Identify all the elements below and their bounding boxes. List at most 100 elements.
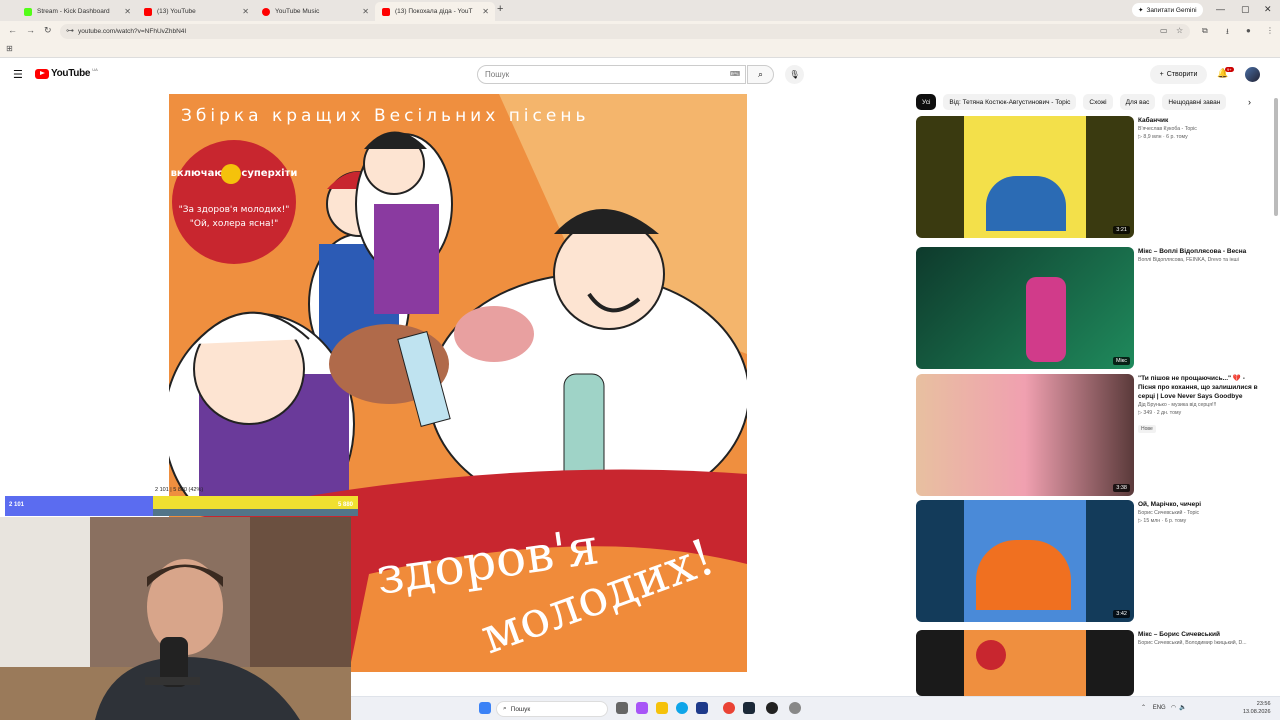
create-label: Створити: [1166, 71, 1198, 78]
badge-line-2: "За здоров'я молодих!": [179, 205, 290, 215]
voice-search-button[interactable]: 🎙: [785, 65, 804, 84]
taskbar-clock[interactable]: 23:56 13.08.2026: [1243, 700, 1271, 716]
windows-start-icon[interactable]: [479, 702, 491, 714]
apps-grid-icon[interactable]: ⊞: [6, 44, 13, 53]
youtube-logo[interactable]: YouTube UA: [35, 67, 98, 79]
keyboard-icon[interactable]: ⌨: [730, 70, 740, 78]
reload-icon[interactable]: ↻: [44, 25, 52, 36]
video-thumbnail[interactable]: 3:38: [916, 374, 1134, 496]
task-view-icon[interactable]: [616, 702, 628, 714]
file-explorer-icon[interactable]: [656, 702, 668, 714]
webcam-feed: [0, 517, 351, 720]
volume-icon[interactable]: 🔈: [1179, 705, 1186, 711]
taskbar-search-placeholder: Пошук: [510, 705, 531, 713]
video-meta: ▷ 8,9 млн · 6 р. тому: [1138, 134, 1188, 140]
tab-youtube[interactable]: (13) YouTube ✕: [137, 2, 255, 21]
video-title[interactable]: Ой, Марічко, чичері: [1138, 500, 1263, 509]
bookmark-star-icon[interactable]: ☆: [1176, 26, 1183, 35]
copilot-icon[interactable]: [636, 702, 648, 714]
tab-kick-dashboard[interactable]: Stream - Kick Dashboard ✕: [17, 2, 137, 21]
recommendation-item[interactable]: 3:42 Ой, Марічко, чичері Борис Сичевськи…: [916, 500, 1261, 622]
url-field[interactable]: youtube.com/watch?v=NFhUvZhbN4I: [60, 24, 1190, 39]
recommendation-item[interactable]: Мікс – Борис Сичевський Борис Сичевський…: [916, 630, 1261, 696]
forward-icon[interactable]: →: [26, 25, 35, 35]
search-icon: ⌕: [503, 705, 507, 712]
tab-title: YouTube Music: [275, 8, 320, 15]
recommendation-item[interactable]: Мікс Мікс – Воплі Відоплясова - Весна Во…: [916, 247, 1261, 369]
clock-time: 23:56: [1256, 701, 1271, 707]
cast-icon[interactable]: ▭: [1160, 26, 1168, 35]
site-info-icon[interactable]: ⊶: [66, 26, 74, 35]
filter-chips: Усі Від: Тетяна Костюк-Августинович - To…: [916, 94, 1227, 110]
search-button[interactable]: ⌕: [747, 65, 774, 84]
goal-progress-fill: 2 101: [5, 496, 154, 516]
video-thumbnail[interactable]: 3:42: [916, 500, 1134, 622]
account-avatar[interactable]: [1245, 67, 1260, 82]
new-badge: Нове: [1138, 425, 1156, 433]
search-placeholder: Пошук: [485, 70, 510, 79]
chip-related[interactable]: Схожі: [1083, 94, 1113, 110]
chevron-right-icon[interactable]: ›: [1248, 97, 1251, 107]
chip-for-you[interactable]: Для вас: [1119, 94, 1156, 110]
input-language[interactable]: ENG: [1153, 705, 1166, 711]
chrome-menu-icon[interactable]: ⋮: [1266, 26, 1274, 35]
channel-name[interactable]: Борис Сичевський, Володимир Іжицький, D.…: [1138, 639, 1263, 647]
maximize-icon[interactable]: ▢: [1241, 4, 1250, 15]
minimize-icon[interactable]: —: [1216, 4, 1225, 14]
video-title[interactable]: Мікс – Воплі Відоплясова - Весна: [1138, 247, 1263, 256]
recommendation-item[interactable]: 3:21 Кабанчик В'ячеслав Кукоба - Topic ▷…: [916, 116, 1261, 238]
hamburger-menu-icon[interactable]: ☰: [13, 68, 23, 81]
steam-icon[interactable]: [743, 702, 755, 714]
chip-from-artist[interactable]: Від: Тетяна Костюк-Августинович - Topic: [943, 94, 1077, 110]
obs-icon[interactable]: [766, 702, 778, 714]
page-scrollbar[interactable]: [1274, 98, 1278, 216]
video-thumbnail[interactable]: [916, 630, 1134, 696]
chip-all[interactable]: Усі: [916, 94, 937, 110]
notification-count-badge: 9+: [1225, 67, 1234, 72]
album-header: Збірка кращих Весільних пісень: [181, 106, 589, 126]
youtube-music-icon: [262, 7, 270, 16]
search-input[interactable]: Пошук: [477, 65, 746, 84]
profile-icon[interactable]: ●: [1246, 26, 1251, 35]
channel-name[interactable]: Дід Брунько - музика від серця!!!: [1138, 401, 1263, 409]
close-icon[interactable]: ✕: [124, 7, 131, 16]
goal-progress-stripe: [153, 509, 358, 516]
close-icon[interactable]: ✕: [482, 7, 489, 16]
close-icon[interactable]: ✕: [362, 7, 369, 16]
channel-name[interactable]: Борис Сичевський - Topic: [1138, 509, 1263, 517]
tab-active-video[interactable]: (13) Покохала діда - YouT ✕: [375, 2, 495, 21]
store-icon[interactable]: [696, 702, 708, 714]
download-icon[interactable]: ⭳: [1226, 26, 1229, 40]
wifi-icon[interactable]: ◠: [1171, 705, 1176, 711]
window-close-icon[interactable]: ✕: [1264, 4, 1272, 15]
video-title[interactable]: "Ти пішов не прощаючись..." 💔 - Пісня пр…: [1138, 374, 1263, 401]
chevron-up-icon[interactable]: ⌃: [1141, 705, 1146, 711]
new-tab-button[interactable]: +: [497, 3, 503, 15]
close-icon[interactable]: ✕: [242, 7, 249, 16]
edge-icon[interactable]: [676, 702, 688, 714]
youtube-icon: [382, 7, 390, 16]
video-title[interactable]: Мікс – Борис Сичевський: [1138, 630, 1263, 639]
recommendation-item[interactable]: 3:38 "Ти пішов не прощаючись..." 💔 - Піс…: [916, 374, 1261, 496]
channel-name[interactable]: Воплі Відоплясова, FEINKA, Drevo та інші: [1138, 256, 1263, 264]
create-button[interactable]: + Створити: [1150, 65, 1207, 84]
video-thumbnail[interactable]: 3:21: [916, 116, 1134, 238]
tab-youtube-music[interactable]: YouTube Music ✕: [255, 2, 375, 21]
back-icon[interactable]: ←: [8, 25, 17, 35]
system-tray[interactable]: ⌃ ENG ◠ 🔈: [1141, 704, 1187, 711]
taskbar-search[interactable]: ⌕ Пошук: [496, 701, 608, 717]
bookmarks-bar: ⊞: [0, 42, 1280, 58]
goal-progress-bar: 2 101 5 880: [5, 496, 358, 516]
video-title[interactable]: Кабанчик: [1138, 116, 1263, 125]
settings-gear-icon[interactable]: [789, 702, 801, 714]
youtube-logo-text: YouTube: [51, 68, 91, 79]
goal-label: 2 101 | 5 880 (42%): [155, 487, 204, 493]
tab-title: (13) YouTube: [157, 8, 196, 15]
flower-icon: [221, 164, 241, 184]
gemini-button[interactable]: ✦ Запитати Gemini: [1132, 3, 1203, 17]
channel-name[interactable]: В'ячеслав Кукоба - Topic: [1138, 125, 1263, 133]
chrome-icon[interactable]: [723, 702, 735, 714]
video-thumbnail[interactable]: Мікс: [916, 247, 1134, 369]
chip-recently-uploaded[interactable]: Нещодавні заван: [1162, 94, 1227, 110]
extensions-icon[interactable]: ⧉: [1202, 26, 1208, 36]
